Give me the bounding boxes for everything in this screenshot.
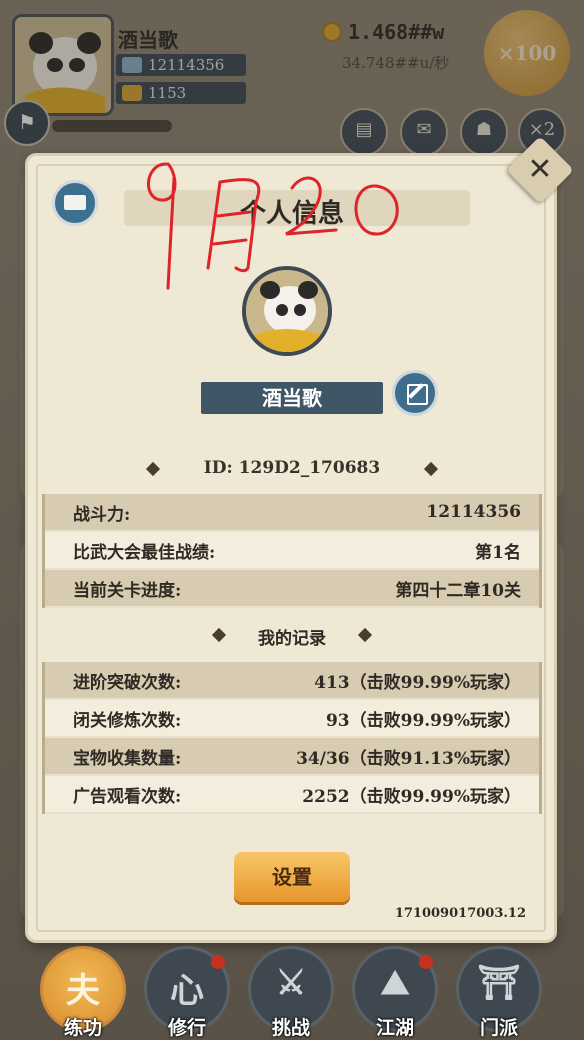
nav-cultivate[interactable]: 心 修行: [144, 946, 230, 1039]
practice-icon: 夫: [66, 971, 100, 1011]
table-row: 宝物收集数量: 34/36（击败91.13%玩家）: [45, 738, 539, 776]
record-value: 34/36（击败91.13%玩家）: [296, 748, 521, 769]
settings-button[interactable]: 设置: [234, 852, 350, 902]
close-icon[interactable]: ✕: [516, 146, 564, 194]
nav-label: 门派: [479, 1017, 518, 1039]
version-label: 171009017003.12: [394, 906, 526, 921]
stat-label: 当前关卡进度:: [73, 580, 182, 601]
nav-label: 修行: [167, 1017, 206, 1039]
gate-icon: ⛩: [477, 963, 521, 1003]
record-label: 宝物收集数量:: [73, 748, 182, 769]
records-table: 进阶突破次数: 413（击败99.99%玩家） 闭关修炼次数: 93（击败99.…: [42, 662, 542, 814]
nav-practice[interactable]: 夫 练功: [40, 946, 126, 1039]
player-id: ID: 129D2_170683: [203, 458, 381, 478]
table-row: 广告观看次数: 2252（击败99.99%玩家）: [45, 776, 539, 814]
crossed-swords-icon: ⚔: [275, 963, 307, 1003]
nav-label: 挑战: [271, 1017, 310, 1039]
table-row: 战斗力: 12114356: [45, 494, 539, 532]
stats-table: 战斗力: 12114356 比武大会最佳战绩: 第1名 当前关卡进度: 第四十二…: [42, 494, 542, 608]
profile-name: 酒当歌: [201, 382, 383, 414]
stat-value: 12114356: [426, 502, 521, 522]
table-row: 当前关卡进度: 第四十二章10关: [45, 570, 539, 608]
bottom-nav: 夫 练功 心 修行 ⚔ 挑战 ⛰ 江湖 ⛩ 门派: [0, 940, 584, 1040]
record-value: 2252（击败99.99%玩家）: [302, 786, 521, 807]
record-label: 广告观看次数:: [73, 786, 182, 807]
nav-label: 练功: [63, 1017, 102, 1039]
table-row: 闭关修炼次数: 93（击败99.99%玩家）: [45, 700, 539, 738]
heart-icon: 心: [170, 971, 204, 1011]
record-value: 93（击败99.99%玩家）: [325, 710, 521, 731]
stat-value: 第四十二章10关: [395, 580, 521, 601]
dialog-title: 个人信息: [239, 199, 344, 229]
mountain-icon: ⛰: [380, 963, 410, 1003]
stat-label: 比武大会最佳战绩:: [73, 542, 216, 563]
stat-label: 战斗力:: [73, 504, 131, 525]
records-title: 我的记录: [258, 629, 326, 649]
profile-avatar[interactable]: [242, 266, 332, 356]
edit-name-icon[interactable]: [392, 370, 438, 416]
record-label: 闭关修炼次数:: [73, 710, 182, 731]
nav-sect[interactable]: ⛩ 门派: [456, 946, 542, 1039]
nav-challenge[interactable]: ⚔ 挑战: [248, 946, 334, 1039]
record-label: 进阶突破次数:: [73, 672, 182, 693]
table-row: 比武大会最佳战绩: 第1名: [45, 532, 539, 570]
table-row: 进阶突破次数: 413（击败99.99%玩家）: [45, 662, 539, 700]
nav-jianghu[interactable]: ⛰ 江湖: [352, 946, 438, 1039]
record-value: 413（击败99.99%玩家）: [314, 672, 521, 693]
nav-label: 江湖: [375, 1017, 414, 1039]
stat-value: 第1名: [475, 542, 521, 563]
